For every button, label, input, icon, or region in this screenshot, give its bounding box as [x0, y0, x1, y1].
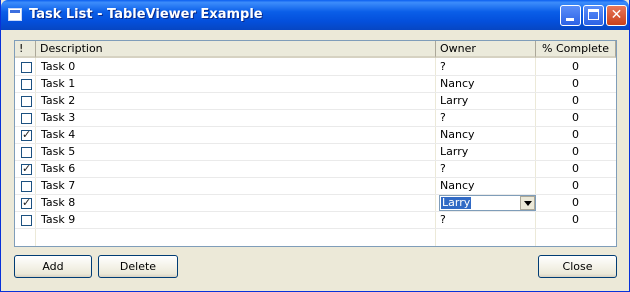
table-row[interactable]: Task 1 Nancy 0 [15, 76, 616, 93]
add-button[interactable]: Add [14, 255, 92, 278]
owner-cell[interactable]: ? [440, 110, 446, 126]
task-list-window: Task List - TableViewer Example ✕ ! Desc… [0, 0, 630, 292]
task-table[interactable]: ! Description Owner % Complete Task 0? 0 T… [14, 40, 617, 247]
percent-complete-cell[interactable]: 0 [535, 178, 616, 194]
window-title: Task List - TableViewer Example [29, 7, 263, 22]
owner-cell[interactable]: ? [440, 59, 446, 75]
description-cell[interactable]: Task 1 [41, 76, 75, 92]
percent-complete-cell[interactable]: 0 [535, 76, 616, 92]
check-icon: ✓ [22, 128, 32, 141]
percent-complete-cell[interactable]: 0 [535, 195, 616, 211]
description-cell[interactable]: Task 2 [41, 93, 75, 109]
minimize-button[interactable] [560, 5, 581, 26]
delete-button[interactable]: Delete [98, 255, 178, 278]
percent-complete-cell[interactable]: 0 [535, 144, 616, 160]
owner-cell[interactable]: Nancy [440, 178, 475, 194]
close-button[interactable]: Close [538, 255, 617, 278]
close-icon: ✕ [610, 7, 623, 23]
maximize-icon [588, 9, 599, 20]
maximize-button[interactable] [583, 5, 604, 26]
table-row[interactable]: Task 0? 0 [15, 59, 616, 76]
description-cell[interactable]: Task 9 [41, 212, 75, 228]
table-row[interactable]: ✓ Task 6? 0 [15, 161, 616, 178]
description-cell[interactable]: Task 8 [41, 195, 75, 211]
owner-cell[interactable]: Nancy [440, 76, 475, 92]
description-cell[interactable]: Task 3 [41, 110, 75, 126]
percent-complete-cell[interactable]: 0 [535, 212, 616, 228]
app-window-icon [8, 8, 22, 21]
percent-complete-cell[interactable]: 0 [535, 93, 616, 109]
table-row[interactable]: Task 3? 0 [15, 110, 616, 127]
column-header-completed[interactable]: ! [15, 41, 36, 58]
percent-complete-cell[interactable]: 0 [535, 110, 616, 126]
completed-checkbox[interactable]: ✓ [21, 196, 32, 209]
completed-checkbox[interactable] [21, 79, 32, 90]
table-row[interactable]: Task 5 Larry 0 [15, 144, 616, 161]
table-row[interactable]: Task 7 Nancy 0 [15, 178, 616, 195]
description-cell[interactable]: Task 4 [41, 127, 75, 143]
table-row[interactable]: Task 2 Larry 0 [15, 93, 616, 110]
completed-checkbox[interactable] [21, 113, 32, 124]
completed-checkbox[interactable] [21, 147, 32, 158]
percent-complete-cell[interactable]: 0 [535, 161, 616, 177]
owner-cell[interactable]: Nancy [440, 127, 475, 143]
description-cell[interactable]: Task 5 [41, 144, 75, 160]
completed-checkbox[interactable]: ✓ [21, 162, 32, 175]
description-cell[interactable]: Task 0 [41, 59, 75, 75]
chevron-down-icon[interactable] [520, 196, 535, 210]
table-row[interactable]: ✓ Task 4 Nancy 0 [15, 127, 616, 144]
description-cell[interactable]: Task 6 [41, 161, 75, 177]
owner-dropdown-value: Larry [441, 196, 472, 209]
percent-complete-cell[interactable]: 0 [535, 127, 616, 143]
description-cell[interactable]: Task 7 [41, 178, 75, 194]
table-row[interactable]: Task 9? 0 [15, 212, 616, 229]
completed-checkbox[interactable] [21, 215, 32, 226]
title-bar[interactable]: Task List - TableViewer Example ✕ [1, 0, 629, 30]
table-row[interactable]: ✓ Task 8 Larry 0 [15, 195, 616, 212]
column-header-percent[interactable]: % Complete [536, 41, 616, 58]
completed-checkbox[interactable] [21, 96, 32, 107]
percent-complete-cell[interactable]: 0 [535, 59, 616, 75]
owner-cell[interactable]: ? [440, 161, 446, 177]
completed-checkbox[interactable]: ✓ [21, 128, 32, 141]
owner-cell[interactable]: Larry [440, 144, 468, 160]
completed-checkbox[interactable] [21, 62, 32, 73]
close-window-button[interactable]: ✕ [606, 5, 627, 26]
check-icon: ✓ [22, 162, 32, 175]
completed-checkbox[interactable] [21, 181, 32, 192]
check-icon: ✓ [22, 196, 32, 209]
owner-cell[interactable]: ? [440, 212, 446, 228]
owner-cell[interactable]: Larry [440, 93, 468, 109]
column-header-description[interactable]: Description [36, 41, 436, 58]
minimize-icon [566, 18, 574, 21]
column-header-owner[interactable]: Owner [436, 41, 536, 58]
owner-dropdown[interactable]: Larry [439, 195, 536, 211]
